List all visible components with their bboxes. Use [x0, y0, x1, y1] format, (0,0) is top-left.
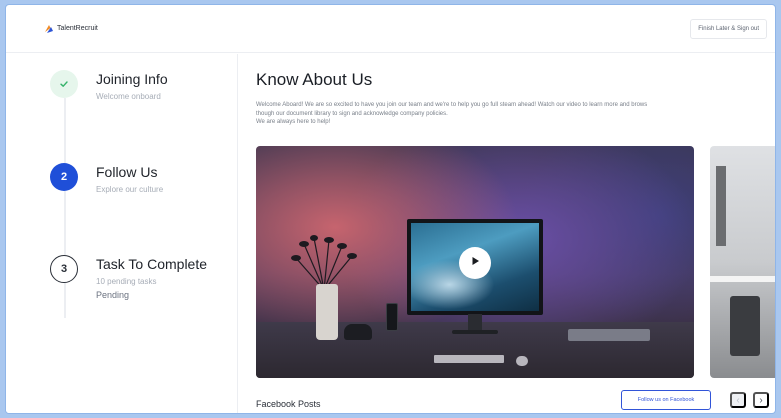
intro-line: Welcome Aboard! We are so excited to hav… [256, 102, 648, 108]
company-video-player[interactable] [256, 146, 694, 378]
next-video-thumbnail[interactable] [710, 146, 775, 378]
step-subtitle: Welcome onboard [96, 92, 161, 101]
step-subtitle: 10 pending tasks [96, 277, 157, 286]
onboarding-steps-sidebar: Joining Info Welcome onboard 2 Follow Us… [6, 54, 238, 413]
check-icon [50, 70, 78, 98]
intro-text: Welcome Aboard! We are so excited to hav… [256, 101, 766, 127]
top-bar: TalentRecruit Finish Later & Sign out [6, 5, 775, 53]
step-title: Follow Us [96, 164, 158, 180]
facebook-posts-heading: Facebook Posts [256, 399, 321, 409]
app-window: TalentRecruit Finish Later & Sign out Jo… [6, 5, 775, 413]
step-task-to-complete[interactable]: 3 Task To Complete 10 pending tasks Pend… [50, 255, 207, 300]
vase-illustration [316, 284, 338, 340]
chevron-left-icon[interactable]: ‹ [730, 392, 746, 408]
step-status: Pending [96, 290, 130, 300]
finish-later-signout-button[interactable]: Finish Later & Sign out [690, 18, 767, 39]
follow-on-facebook-button[interactable]: Follow us on Facebook [621, 390, 711, 410]
chair-illustration [730, 296, 760, 356]
step-joining-info[interactable]: Joining Info Welcome onboard [50, 70, 168, 101]
step-number-badge: 3 [50, 255, 78, 283]
phone-illustration [386, 303, 398, 331]
lamp-illustration [716, 166, 726, 246]
page-title: Know About Us [256, 70, 373, 89]
figurine-illustration [344, 324, 372, 340]
mouse-illustration [516, 356, 528, 366]
step-follow-us[interactable]: 2 Follow Us Explore our culture [50, 163, 163, 194]
plant-illustration [291, 235, 357, 290]
play-button[interactable] [459, 247, 491, 279]
laptop-illustration [568, 329, 650, 341]
chevron-right-icon[interactable]: › [753, 392, 769, 408]
intro-line: though our document library to sign and … [256, 110, 448, 117]
step-number-badge: 2 [50, 163, 78, 191]
brand-logo[interactable]: TalentRecruit [44, 24, 98, 34]
play-icon [469, 254, 481, 272]
step-title: Joining Info [96, 71, 168, 87]
talentrecruit-logo-icon [44, 24, 54, 34]
step-title: Task To Complete [96, 256, 208, 272]
shelf-illustration [710, 276, 775, 282]
keyboard-illustration [434, 355, 504, 363]
main-content: Know About Us Welcome Aboard! We are so … [256, 54, 775, 413]
step-subtitle: Explore our culture [96, 185, 164, 194]
intro-line: We are always here to help! [256, 119, 331, 125]
monitor-base [452, 330, 498, 334]
brand-name: TalentRecruit [57, 25, 98, 32]
